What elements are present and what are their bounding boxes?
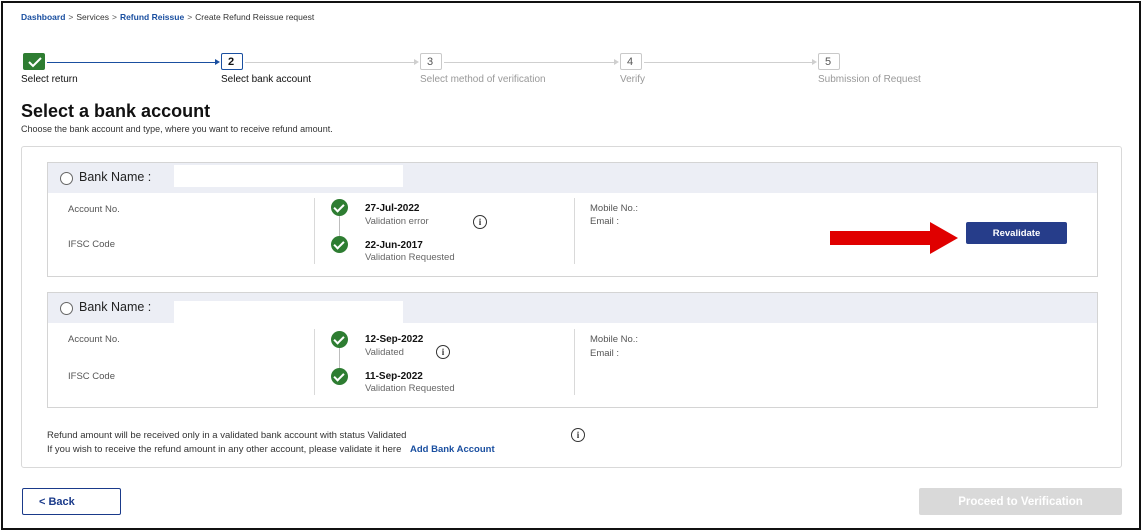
step-1-label: Select return [21, 74, 78, 85]
check-circle-icon [331, 331, 348, 348]
bank-account-card: Bank Name : [47, 162, 1098, 277]
add-account-note-text: If you wish to receive the refund amount… [47, 444, 402, 455]
mobile-no-label: Mobile No.: [590, 334, 639, 345]
account-no-label: Account No. [68, 334, 120, 345]
bank-name-label: Bank Name : [79, 300, 152, 314]
request-date: 22-Jun-2017 [365, 240, 423, 251]
mobile-no-label: Mobile No.: [590, 203, 639, 214]
arrowhead-icon [414, 59, 419, 65]
step-5-indicator: 5 [818, 53, 840, 70]
check-circle-icon [331, 368, 348, 385]
bank-account-radio[interactable] [60, 302, 73, 315]
page-title: Select a bank account [21, 101, 211, 121]
add-account-note: If you wish to receive the refund amount… [47, 444, 495, 455]
arrowhead-icon [812, 59, 817, 65]
validated-note-text: Refund amount will be received only in a… [47, 430, 407, 441]
step-3-indicator: 3 [420, 53, 442, 70]
step-connector [644, 62, 812, 63]
step-connector [245, 62, 414, 63]
request-status: Validation Requested [365, 383, 455, 394]
column-divider [314, 198, 315, 264]
step-4-indicator: 4 [620, 53, 642, 70]
page-subtitle: Choose the bank account and type, where … [21, 124, 333, 134]
validation-status: Validated [365, 347, 404, 358]
step-connector [444, 62, 614, 63]
email-label: Email : [590, 348, 620, 359]
info-icon[interactable]: i [571, 428, 585, 442]
bank-account-card: Bank Name : [47, 292, 1098, 408]
info-icon[interactable]: i [436, 345, 450, 359]
column-divider [574, 329, 575, 395]
breadcrumb-current: Create Refund Reissue request [195, 12, 315, 22]
step-2-indicator: 2 [221, 53, 243, 70]
step-2-label: Select bank account [221, 74, 312, 85]
bank-account-radio[interactable] [60, 172, 73, 185]
request-status: Validation Requested [365, 252, 455, 263]
arrowhead-icon [215, 59, 220, 65]
account-no-label: Account No. [68, 204, 120, 215]
breadcrumb: Dashboard > Services > Refund Reissue > Create… [21, 12, 314, 22]
check-circle-icon [331, 236, 348, 253]
breadcrumb-separator: > [68, 12, 74, 22]
revalidate-button[interactable]: Revalidate [966, 222, 1067, 244]
bank-name-value [174, 301, 403, 323]
breadcrumb-dashboard[interactable]: Dashboard [21, 12, 65, 22]
info-icon[interactable]: i [473, 215, 487, 229]
add-bank-account-link[interactable]: Add Bank Account [410, 444, 495, 455]
bank-account-header: Bank Name : [48, 293, 1097, 323]
step-3-label: Select method of verification [420, 74, 546, 85]
breadcrumb-separator: > [187, 12, 193, 22]
ifsc-code-label: IFSC Code [68, 239, 115, 250]
validation-status: Validation error [365, 216, 429, 227]
step-connector [47, 62, 215, 63]
validation-date: 27-Jul-2022 [365, 203, 420, 214]
proceed-to-verification-button[interactable]: Proceed to Verification [919, 488, 1122, 515]
check-circle-icon [331, 199, 348, 216]
step-4-label: Verify [620, 74, 646, 85]
validation-date: 12-Sep-2022 [365, 334, 424, 345]
breadcrumb-refund-reissue[interactable]: Refund Reissue [120, 12, 184, 22]
validated-note: Refund amount will be received only in a… [47, 430, 406, 441]
request-date: 11-Sep-2022 [365, 371, 423, 382]
breadcrumb-separator: > [111, 12, 117, 22]
step-5-label: Submission of Request [818, 74, 921, 85]
arrowhead-icon [614, 59, 619, 65]
column-divider [314, 329, 315, 395]
step-1-indicator [23, 53, 45, 70]
email-label: Email : [590, 216, 620, 227]
bank-name-label: Bank Name : [79, 170, 152, 184]
check-icon [28, 57, 42, 68]
breadcrumb-services[interactable]: Services [76, 12, 109, 22]
ifsc-code-label: IFSC Code [68, 371, 115, 382]
red-arrow-icon [830, 222, 958, 254]
bank-account-header: Bank Name : [48, 163, 1097, 193]
back-button[interactable]: < Back [22, 488, 121, 515]
bank-name-value [174, 165, 403, 187]
column-divider [574, 198, 575, 264]
